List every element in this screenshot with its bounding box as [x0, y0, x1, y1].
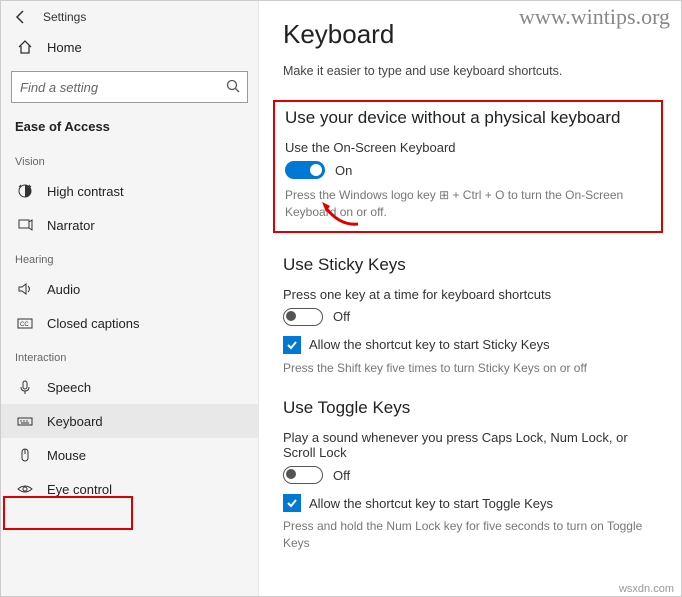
tk-hint: Press and hold the Num Lock key for five… [283, 518, 657, 552]
sticky-hint: Press the Shift key five times to turn S… [283, 360, 657, 377]
home-label: Home [47, 40, 82, 55]
section-onscreen-keyboard: Use your device without a physical keybo… [273, 100, 663, 233]
osk-state: On [335, 163, 352, 178]
nav-label: High contrast [47, 184, 124, 199]
page-title: Keyboard [283, 19, 657, 50]
sticky-label: Press one key at a time for keyboard sho… [283, 287, 657, 302]
nav-label: Mouse [47, 448, 86, 463]
osk-toggle[interactable] [285, 161, 325, 179]
sticky-state: Off [333, 309, 350, 324]
group-interaction: Interaction [1, 340, 258, 370]
sticky-checkbox-label: Allow the shortcut key to start Sticky K… [309, 337, 550, 352]
search-icon [226, 79, 240, 93]
group-vision: Vision [1, 144, 258, 174]
nav-mouse[interactable]: Mouse [1, 438, 258, 472]
sticky-toggle[interactable] [283, 308, 323, 326]
tk-state: Off [333, 468, 350, 483]
nav-label: Keyboard [47, 414, 103, 429]
tk-label: Play a sound whenever you press Caps Loc… [283, 430, 657, 460]
section-sticky-keys: Use Sticky Keys Press one key at a time … [283, 255, 657, 377]
nav-label: Speech [47, 380, 91, 395]
sticky-shortcut-checkbox[interactable] [283, 336, 301, 354]
window-title: Settings [43, 10, 86, 24]
section-toggle-keys: Use Toggle Keys Play a sound whenever yo… [283, 398, 657, 552]
page-subtitle: Make it easier to type and use keyboard … [283, 64, 657, 78]
nav-speech[interactable]: Speech [1, 370, 258, 404]
osk-label: Use the On-Screen Keyboard [285, 140, 651, 155]
home-nav[interactable]: Home [1, 29, 258, 65]
nav-keyboard[interactable]: Keyboard [1, 404, 258, 438]
nav-narrator[interactable]: Narrator [1, 208, 258, 242]
nav-label: Narrator [47, 218, 95, 233]
eye-icon [17, 481, 33, 497]
sidebar-section-header: Ease of Access [1, 113, 258, 144]
speech-icon [17, 379, 33, 395]
nav-eye-control[interactable]: Eye control [1, 472, 258, 506]
contrast-icon [17, 183, 33, 199]
cc-icon: CC [17, 315, 33, 331]
nav-high-contrast[interactable]: High contrast [1, 174, 258, 208]
mouse-icon [17, 447, 33, 463]
search-input[interactable] [11, 71, 248, 103]
tk-checkbox-label: Allow the shortcut key to start Toggle K… [309, 496, 553, 511]
tk-toggle[interactable] [283, 466, 323, 484]
group-hearing: Hearing [1, 242, 258, 272]
home-icon [17, 39, 33, 55]
section-heading: Use Sticky Keys [283, 255, 657, 275]
audio-icon [17, 281, 33, 297]
nav-label: Closed captions [47, 316, 140, 331]
nav-label: Audio [47, 282, 80, 297]
nav-audio[interactable]: Audio [1, 272, 258, 306]
narrator-icon [17, 217, 33, 233]
back-button[interactable] [13, 9, 29, 25]
nav-label: Eye control [47, 482, 112, 497]
nav-closed-captions[interactable]: CC Closed captions [1, 306, 258, 340]
tk-shortcut-checkbox[interactable] [283, 494, 301, 512]
svg-text:CC: CC [20, 322, 29, 328]
section-heading: Use your device without a physical keybo… [285, 108, 651, 128]
keyboard-icon [17, 413, 33, 429]
section-heading: Use Toggle Keys [283, 398, 657, 418]
osk-hint: Press the Windows logo key ⊞ + Ctrl + O … [285, 187, 651, 221]
